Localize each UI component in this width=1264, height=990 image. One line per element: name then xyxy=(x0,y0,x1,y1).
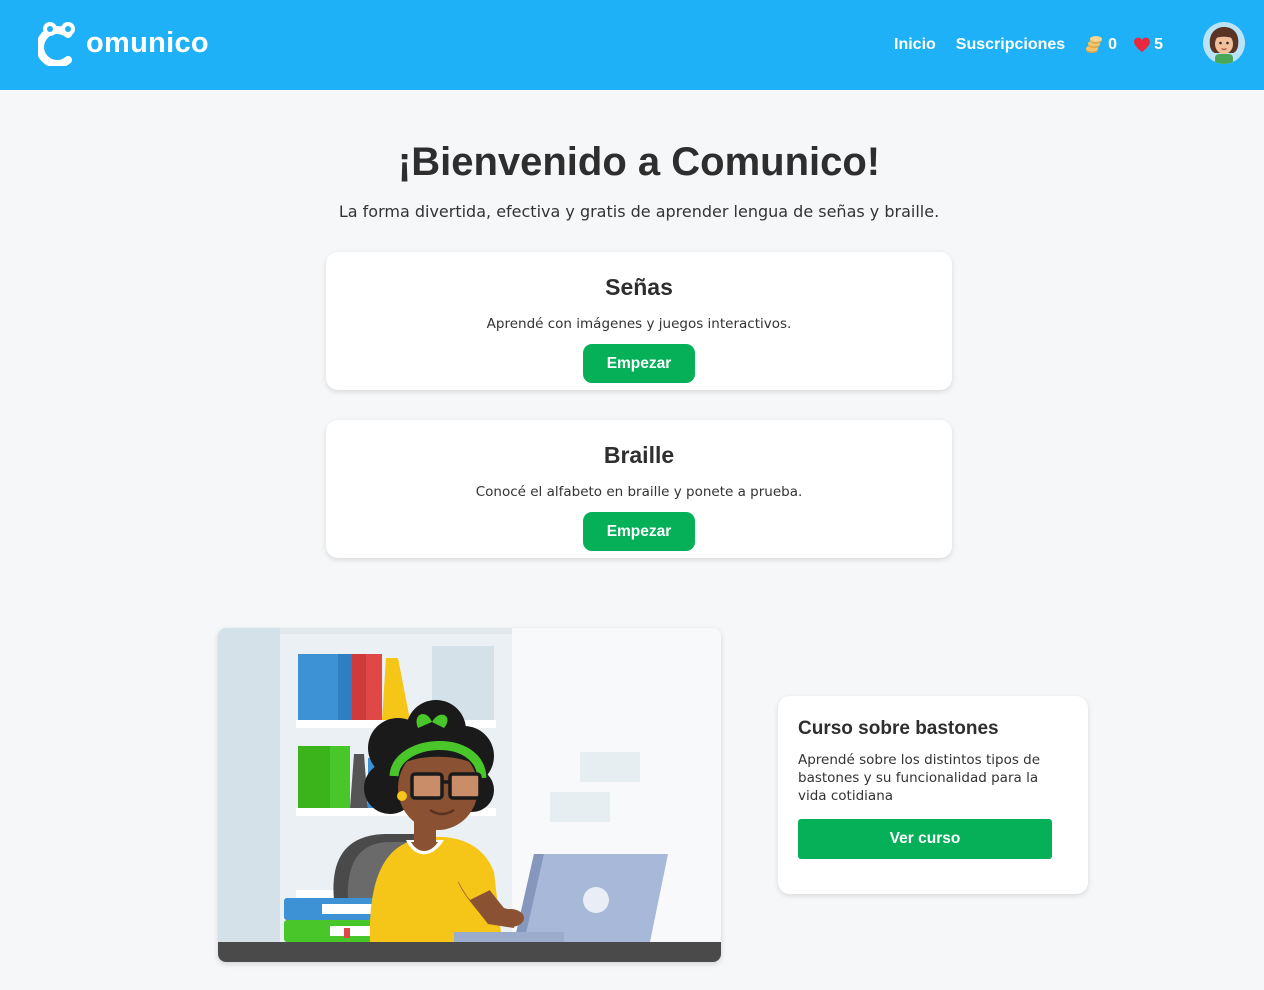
nav-home-link[interactable]: Inicio xyxy=(894,36,936,54)
main-nav: Inicio Suscripciones 0 5 xyxy=(894,34,1163,56)
course-description: Aprendé sobre los distintos tipos de bas… xyxy=(798,752,1041,804)
nav-subscriptions-link[interactable]: Suscripciones xyxy=(956,36,1065,54)
signs-card-title: Señas xyxy=(605,274,673,300)
logo[interactable]: omunico xyxy=(36,20,209,68)
course-title: Curso sobre bastones xyxy=(798,718,999,739)
coins-icon xyxy=(1086,36,1103,53)
braille-start-button[interactable]: Empezar xyxy=(583,512,695,551)
braille-card: Braille Conocé el alfabeto en braille y … xyxy=(326,420,952,558)
coins-counter: 0 xyxy=(1085,36,1117,54)
course-card: Curso sobre bastones Aprendé sobre los d… xyxy=(778,696,1088,894)
heart-icon xyxy=(1134,37,1151,52)
coins-count: 0 xyxy=(1108,36,1118,53)
lives-counter: 5 xyxy=(1133,36,1163,54)
page-subtitle: La forma divertida, efectiva y gratis de… xyxy=(338,202,940,221)
avatar[interactable] xyxy=(1203,22,1245,64)
lives-count: 5 xyxy=(1154,36,1163,53)
page-title: ¡Bienvenido a Comunico! xyxy=(397,140,881,184)
top-nav-bar: omunico Inicio Suscripciones 0 5 xyxy=(0,0,1264,90)
signs-card-description: Aprendé con imágenes y juegos interactiv… xyxy=(486,316,792,332)
signs-start-button[interactable]: Empezar xyxy=(583,344,695,383)
logo-icon xyxy=(36,20,90,68)
view-course-button[interactable]: Ver curso xyxy=(798,819,1052,859)
logo-text: omunico xyxy=(86,26,209,59)
braille-card-description: Conocé el alfabeto en braille y ponete a… xyxy=(475,484,803,500)
signs-card: Señas Aprendé con imágenes y juegos inte… xyxy=(326,252,952,390)
braille-card-title: Braille xyxy=(603,442,675,468)
illustration xyxy=(218,628,721,962)
